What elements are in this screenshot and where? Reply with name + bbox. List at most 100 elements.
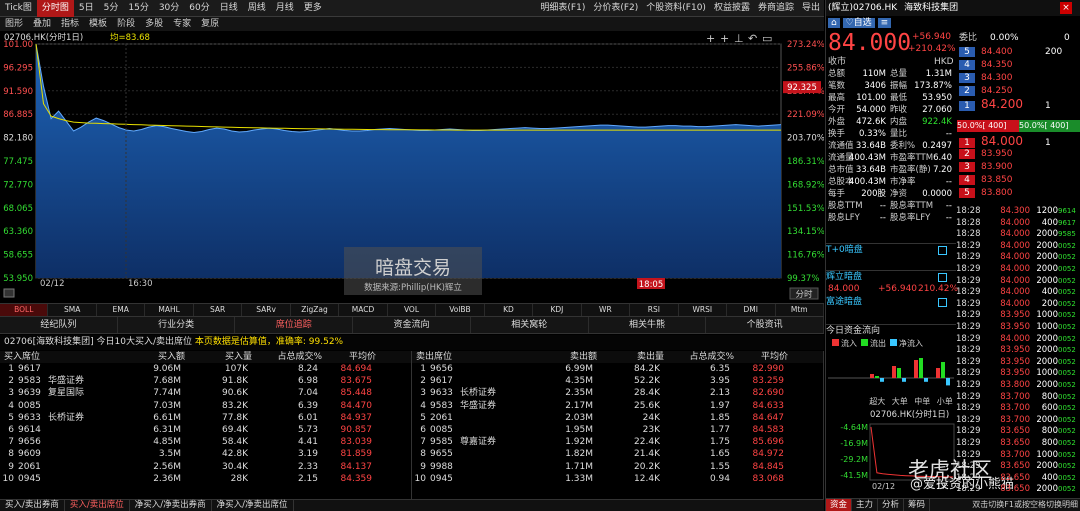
table-row[interactable]: 9 2061 2.56M 30.4K 2.33 84.137 (0, 461, 411, 473)
analysis-tab-1[interactable]: 行业分类 (118, 317, 236, 333)
period-tab-9[interactable]: 月线 (271, 0, 299, 17)
futu-dark-row[interactable]: 富途暗盘 (826, 296, 956, 308)
indicator-8[interactable]: VOL (388, 304, 437, 316)
close-icon[interactable]: × (1060, 2, 1072, 14)
ask-level[interactable]: 1 84.200 1 (959, 98, 1080, 111)
cross-icon[interactable]: + (720, 33, 729, 44)
seat-mode-tab-0[interactable]: 买入/卖出券商 (0, 500, 65, 511)
analysis-tab-2[interactable]: 席位追踪 (235, 317, 354, 333)
ask-level[interactable]: 2 84.250 (959, 86, 1080, 97)
intraday-chart[interactable]: 101.00273.24%96.295255.86%91.590238.47%8… (0, 31, 825, 301)
period-tab-7[interactable]: 日线 (215, 0, 243, 17)
t0-dark-row[interactable]: T+0暗盘 (826, 243, 956, 257)
table-row[interactable]: 9 9988 1.71M 20.2K 1.55 84.845 (412, 461, 823, 473)
bid-level[interactable]: 4 83.850 (959, 175, 1080, 186)
seat-mode-tab-1[interactable]: 买入/卖出席位 (65, 500, 130, 511)
chart-tool-3[interactable]: 模板 (84, 17, 112, 31)
panel-tab-2[interactable]: 分析 (878, 499, 905, 511)
table-row[interactable]: 7 9585 尊嘉证券 1.92M 22.4K 1.75 85.696 (412, 436, 823, 448)
table-row[interactable]: 8 9609 3.5M 42.8K 3.19 81.859 (0, 448, 411, 460)
table-row[interactable]: 5 9633 长桥证券 6.61M 77.8K 6.01 84.937 (0, 412, 411, 424)
period-tab-10[interactable]: 更多 (299, 0, 327, 17)
indicator-15[interactable]: DMI (727, 304, 776, 316)
table-row[interactable]: 4 9583 华盛证券 2.17M 25.6K 1.97 84.633 (412, 400, 823, 412)
tool-button-2[interactable]: 个股资料(F10) (642, 0, 710, 17)
table-row[interactable]: 4 0085 7.03M 83.2K 6.39 84.470 (0, 400, 411, 412)
table-row[interactable]: 10 0945 1.33M 12.4K 0.94 83.068 (412, 473, 823, 485)
external-link-icon[interactable] (938, 273, 947, 282)
tool-button-0[interactable]: 明细表(F1) (536, 0, 589, 17)
add-favorite-button[interactable]: ♡自选 (842, 18, 875, 28)
table-row[interactable]: 7 9656 4.85M 58.4K 4.41 83.039 (0, 436, 411, 448)
crosshair-icon[interactable]: + (706, 33, 715, 44)
indicator-9[interactable]: VolBB (436, 304, 485, 316)
indicator-12[interactable]: WR (582, 304, 631, 316)
chart-tool-0[interactable]: 图形 (0, 17, 28, 31)
bid-level[interactable]: 3 83.900 (959, 162, 1080, 173)
table-row[interactable]: 1 9617 9.06M 107K 8.24 84.694 (0, 363, 411, 375)
period-tab-3[interactable]: 5分 (99, 0, 124, 17)
period-tab-2[interactable]: 5日 (74, 0, 99, 17)
chart-tool-4[interactable]: 阶段 (112, 17, 140, 31)
seat-mode-tab-2[interactable]: 净买入/净卖出券商 (130, 500, 212, 511)
indicator-7[interactable]: MACD (339, 304, 388, 316)
phillip-dark-row[interactable]: 辉立暗盘 (826, 270, 956, 282)
indicator-6[interactable]: ZigZag (291, 304, 340, 316)
chart-tool-6[interactable]: 专家 (168, 17, 196, 31)
external-link-icon[interactable] (938, 298, 947, 307)
window-icon[interactable]: ▭ (762, 33, 772, 44)
bid-level[interactable]: 1 84.000 1 (959, 135, 1080, 148)
table-row[interactable]: 3 9639 复星国际 7.74M 90.6K 7.04 85.448 (0, 387, 411, 399)
minimize-icon[interactable] (3, 288, 15, 298)
indicator-3[interactable]: MAHL (145, 304, 194, 316)
bid-level[interactable]: 2 83.950 (959, 149, 1080, 160)
indicator-2[interactable]: EMA (97, 304, 146, 316)
table-row[interactable]: 1 9656 6.99M 84.2K 6.35 82.990 (412, 363, 823, 375)
bid-level[interactable]: 5 83.800 (959, 188, 1080, 199)
indicator-0[interactable]: BOLL (0, 304, 49, 316)
ask-level[interactable]: 5 84.400 200 (959, 47, 1080, 58)
table-row[interactable]: 8 9655 1.82M 21.4K 1.65 84.972 (412, 448, 823, 460)
tool-button-1[interactable]: 分价表(F2) (589, 0, 642, 17)
indicator-10[interactable]: KD (485, 304, 534, 316)
indicator-11[interactable]: KDJ (533, 304, 582, 316)
panel-tab-1[interactable]: 主力 (852, 499, 879, 511)
chart-tool-1[interactable]: 叠加 (28, 17, 56, 31)
table-row[interactable]: 5 2061 2.03M 24K 1.85 84.647 (412, 412, 823, 424)
analysis-tab-4[interactable]: 相关窝轮 (471, 317, 589, 333)
table-row[interactable]: 6 9614 6.31M 69.4K 5.73 90.857 (0, 424, 411, 436)
chart-tool-5[interactable]: 多股 (140, 17, 168, 31)
chart-tool-7[interactable]: 复原 (196, 17, 224, 31)
analysis-tab-0[interactable]: 经纪队列 (0, 317, 118, 333)
period-tab-4[interactable]: 15分 (123, 0, 153, 17)
tool-button-3[interactable]: 权益披露 (710, 0, 754, 17)
indicator-1[interactable]: SMA (48, 304, 97, 316)
period-tab-5[interactable]: 30分 (154, 0, 184, 17)
table-row[interactable]: 2 9617 4.35M 52.2K 3.95 83.259 (412, 375, 823, 387)
chart-tool-2[interactable]: 指标 (56, 17, 84, 31)
analysis-tab-6[interactable]: 个股资讯 (706, 317, 825, 333)
analysis-tab-3[interactable]: 资金流向 (353, 317, 471, 333)
indicator-4[interactable]: SAR (194, 304, 243, 316)
indicator-14[interactable]: WRSI (679, 304, 728, 316)
tool-button-5[interactable]: 导出 (798, 0, 824, 17)
table-row[interactable]: 3 9633 长桥证券 2.35M 28.4K 2.13 82.690 (412, 387, 823, 399)
analysis-tab-5[interactable]: 相关牛熊 (589, 317, 707, 333)
tool-button-4[interactable]: 券商追踪 (754, 0, 798, 17)
ask-level[interactable]: 4 84.350 (959, 60, 1080, 71)
indicator-13[interactable]: RSI (630, 304, 679, 316)
period-tab-1[interactable]: 分时图 (36, 0, 74, 17)
table-row[interactable]: 10 0945 2.36M 28K 2.15 84.359 (0, 473, 411, 485)
period-tab-0[interactable]: Tick图 (0, 0, 37, 17)
undo-icon[interactable]: ↶ (748, 33, 757, 44)
seat-mode-tab-3[interactable]: 净买入/净卖出席位 (212, 500, 294, 511)
table-row[interactable]: 2 9583 华盛证券 7.68M 91.8K 6.98 83.675 (0, 375, 411, 387)
table-row[interactable]: 6 0085 1.95M 23K 1.77 84.583 (412, 424, 823, 436)
text-tool-icon[interactable]: ⊥ (734, 33, 744, 44)
lock-icon[interactable]: ⌂ (828, 18, 840, 28)
period-tab-6[interactable]: 60分 (184, 0, 214, 17)
more-icon[interactable]: ≡ (877, 18, 892, 28)
external-link-icon[interactable] (938, 246, 947, 255)
indicator-16[interactable]: Mtm (776, 304, 824, 316)
panel-tab-3[interactable]: 筹码 (904, 499, 931, 511)
